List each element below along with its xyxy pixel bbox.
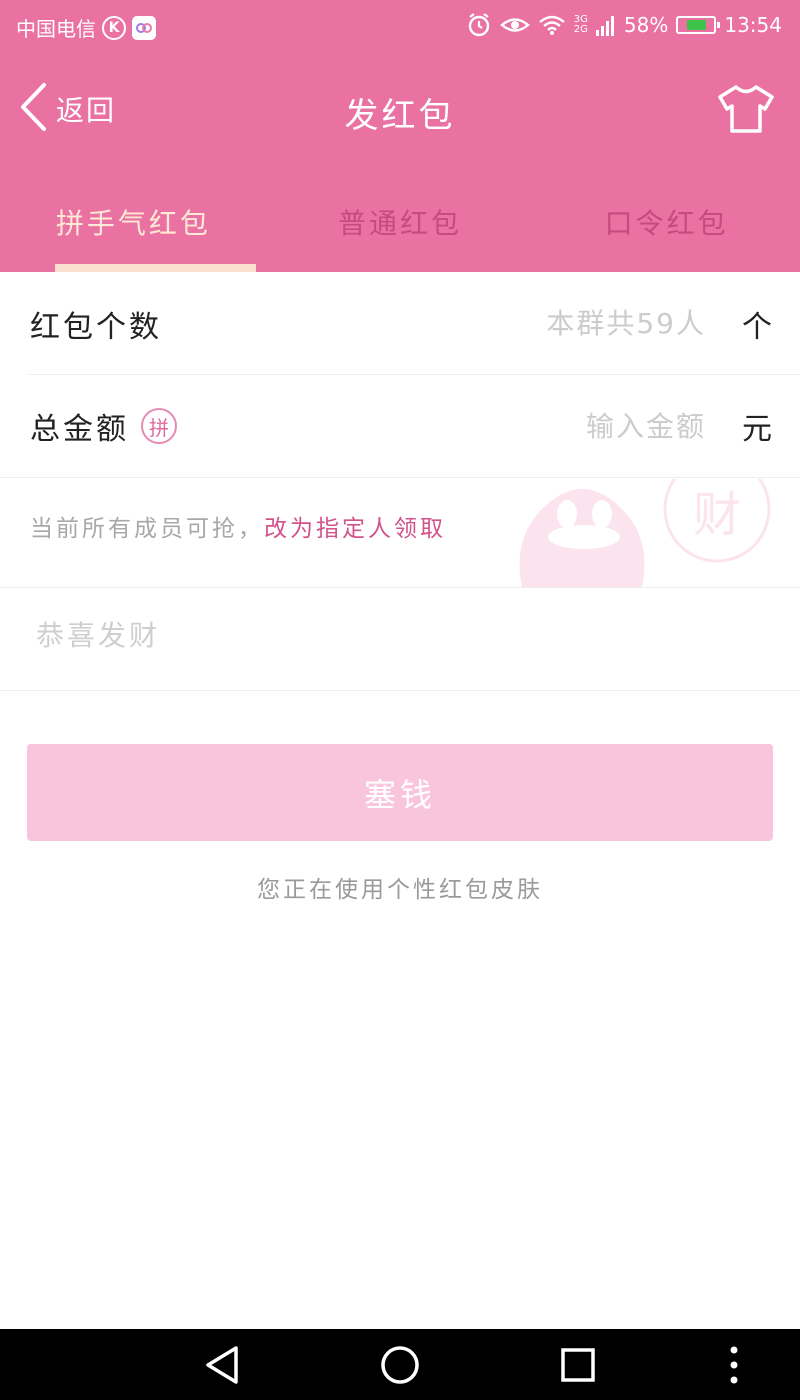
recipient-notice: 财 当前所有成员可抢，改为指定人领取 <box>0 479 800 588</box>
network-type: 3G 2G <box>574 15 588 35</box>
alarm-icon <box>466 12 492 38</box>
greeting-row <box>0 588 800 691</box>
specify-recipient-link[interactable]: 改为指定人领取 <box>264 516 446 542</box>
lucky-badge: 拼 <box>141 408 177 444</box>
status-bar: 中国电信 K 3G 2G 58% 13:54 <box>0 0 800 52</box>
tab-password-packet[interactable]: 口令红包 <box>533 164 800 272</box>
carrier-name: 中国电信 <box>16 17 96 41</box>
tab-bar: 拼手气红包 普通红包 口令红包 <box>0 164 800 272</box>
system-nav-bar <box>0 1329 800 1400</box>
skin-hint: 您正在使用个性红包皮肤 <box>257 877 543 903</box>
battery-percent: 58% <box>623 13 669 37</box>
network-bottom-label: 2G <box>573 24 588 35</box>
wifi-icon <box>538 14 566 36</box>
title-bar: 返回 发红包 <box>0 52 800 164</box>
total-amount-label: 总金额 <box>30 412 129 447</box>
battery-icon <box>676 16 721 34</box>
total-amount-unit: 元 <box>742 412 772 447</box>
more-dots-icon[interactable] <box>694 1329 774 1400</box>
packet-count-input[interactable] <box>404 306 708 341</box>
submit-money-button[interactable]: 塞钱 <box>27 744 773 841</box>
k-app-icon: K <box>102 15 126 40</box>
notice-text: 当前所有成员可抢，改为指定人领取 <box>30 509 446 543</box>
home-circle-icon[interactable] <box>360 1329 440 1400</box>
app-icon <box>132 15 156 40</box>
greeting-input[interactable] <box>34 618 738 653</box>
total-amount-input[interactable] <box>404 408 708 444</box>
status-left: 中国电信 K <box>16 13 156 42</box>
recents-square-icon[interactable] <box>538 1329 618 1400</box>
mascot-caption: 财 <box>693 487 741 543</box>
packet-count-unit: 个 <box>742 309 772 345</box>
packet-count-label: 红包个数 <box>30 309 162 345</box>
total-amount-label-group: 总金额 拼 <box>30 404 177 448</box>
packet-count-row: 红包个数 个 <box>0 272 800 375</box>
eye-icon <box>499 14 530 36</box>
qq-mascot-icon: 财 <box>512 479 782 587</box>
total-amount-row: 总金额 拼 元 <box>0 375 800 478</box>
back-triangle-icon[interactable] <box>182 1329 262 1400</box>
tab-lucky-packet[interactable]: 拼手气红包 <box>0 164 267 272</box>
page-title: 发红包 <box>344 96 456 136</box>
tab-normal-packet[interactable]: 普通红包 <box>267 164 534 272</box>
status-right: 3G 2G 58% 13:54 <box>466 12 782 38</box>
shirt-icon[interactable] <box>718 84 774 138</box>
clock: 13:54 <box>724 13 782 37</box>
signal-icon <box>595 14 616 36</box>
battery-level <box>687 20 706 30</box>
notice-prefix: 当前所有成员可抢， <box>30 516 264 542</box>
